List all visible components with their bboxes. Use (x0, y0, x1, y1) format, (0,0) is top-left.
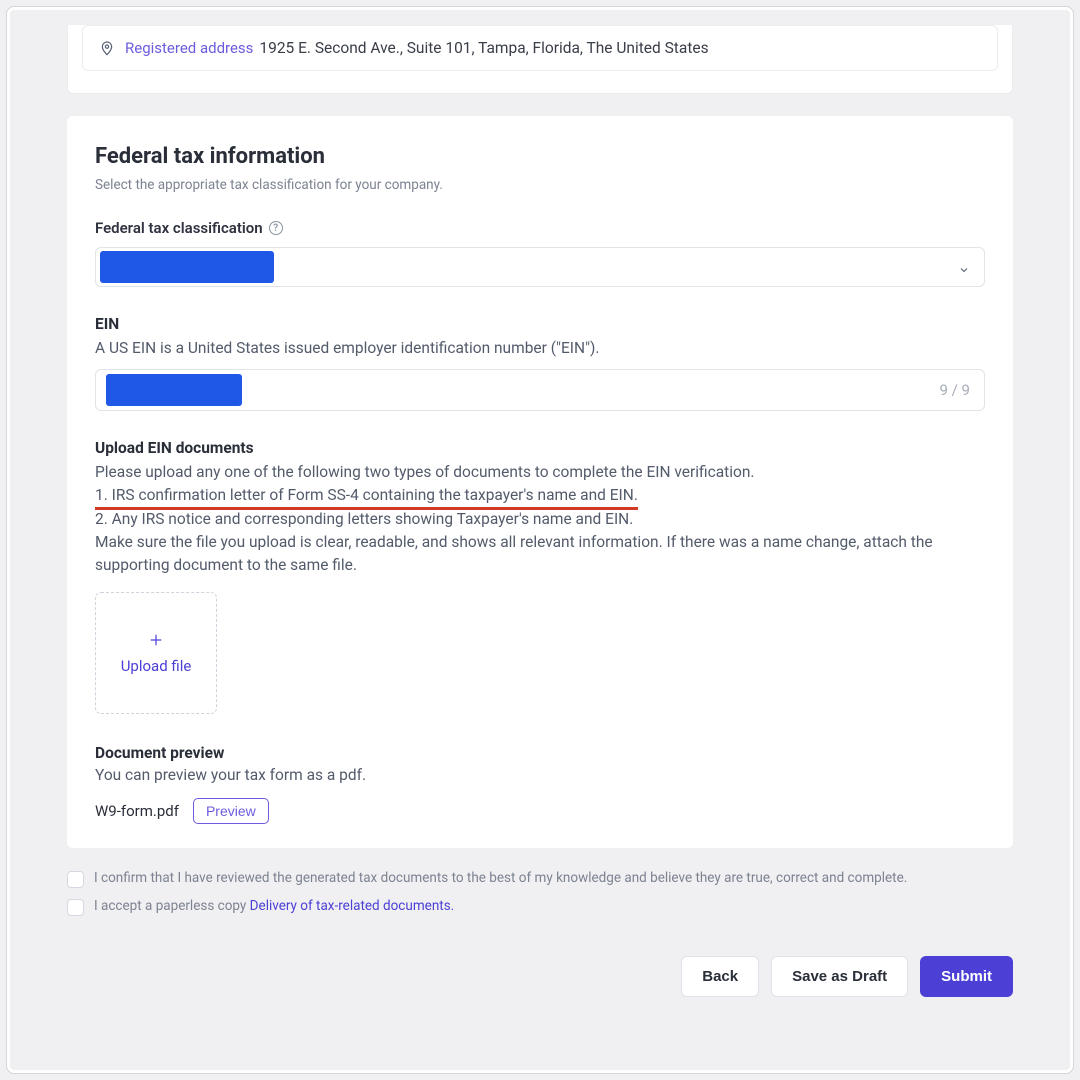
ein-input[interactable]: 9 / 9 (95, 369, 985, 411)
preview-desc: You can preview your tax form as a pdf. (95, 766, 985, 784)
save-draft-button[interactable]: Save as Draft (771, 956, 908, 997)
section-title: Federal tax information (95, 144, 985, 169)
paperless-prefix: I accept a paperless copy (94, 898, 250, 914)
paperless-text: I accept a paperless copy Delivery of ta… (94, 898, 454, 914)
address-label: Registered address (125, 39, 253, 57)
upload-file-text: Upload file (121, 657, 192, 677)
upload-option-1: 1. IRS confirmation letter of Form SS-4 … (95, 486, 638, 504)
preview-button[interactable]: Preview (193, 798, 269, 824)
info-icon[interactable]: ? (269, 221, 283, 235)
upload-note: Make sure the file you upload is clear, … (95, 531, 985, 576)
submit-button[interactable]: Submit (920, 956, 1013, 997)
upload-label: Upload EIN documents (95, 439, 985, 457)
red-underline-annotation (95, 507, 638, 510)
federal-tax-section: Federal tax information Select the appro… (67, 116, 1013, 848)
classification-label: Federal tax classification ? (95, 219, 985, 237)
paperless-check-row: I accept a paperless copy Delivery of ta… (67, 898, 1013, 916)
confirmation-checks: I confirm that I have reviewed the gener… (67, 870, 1013, 916)
upload-intro: Please upload any one of the following t… (95, 461, 985, 483)
plus-icon (147, 631, 165, 649)
upload-file-button[interactable]: Upload file (95, 592, 217, 714)
classification-select[interactable] (95, 247, 985, 287)
preview-filename: W9-form.pdf (95, 802, 179, 820)
location-pin-icon (99, 40, 115, 56)
confirm-text: I confirm that I have reviewed the gener… (94, 870, 907, 886)
upload-description: Please upload any one of the following t… (95, 461, 985, 576)
app-frame: Registered address 1925 E. Second Ave., … (6, 6, 1074, 1074)
classification-label-text: Federal tax classification (95, 219, 263, 237)
preview-label: Document preview (95, 744, 985, 762)
classification-value-redacted (100, 251, 274, 283)
address-value: 1925 E. Second Ave., Suite 101, Tampa, F… (259, 39, 708, 57)
paperless-checkbox[interactable] (67, 899, 84, 916)
scroll-area: Registered address 1925 E. Second Ave., … (7, 7, 1073, 1073)
footer-actions: Back Save as Draft Submit (67, 956, 1013, 997)
address-card: Registered address 1925 E. Second Ave., … (67, 25, 1013, 94)
back-button[interactable]: Back (681, 956, 759, 997)
address-row: Registered address 1925 E. Second Ave., … (83, 26, 997, 70)
ein-char-counter: 9 / 9 (940, 381, 971, 399)
ein-label: EIN (95, 315, 985, 333)
upload-option-2: 2. Any IRS notice and corresponding lett… (95, 508, 985, 530)
confirm-checkbox[interactable] (67, 871, 84, 888)
paperless-link[interactable]: Delivery of tax-related documents. (250, 898, 455, 914)
confirm-check-row: I confirm that I have reviewed the gener… (67, 870, 1013, 888)
ein-value-redacted (106, 374, 242, 406)
ein-help-text: A US EIN is a United States issued emplo… (95, 339, 985, 357)
section-subtitle: Select the appropriate tax classificatio… (95, 177, 985, 193)
preview-row: W9-form.pdf Preview (95, 798, 985, 824)
chevron-down-icon (958, 261, 970, 273)
